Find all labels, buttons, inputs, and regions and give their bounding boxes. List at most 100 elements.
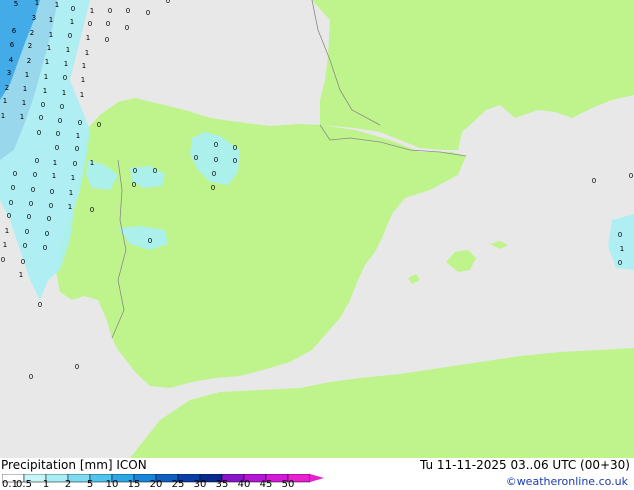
precip-value-label: 1 [44, 73, 48, 81]
precip-value-label: 1 [90, 159, 94, 167]
precip-value-label: 1 [64, 60, 68, 68]
credit-link[interactable]: ©weatheronline.co.uk [506, 475, 628, 488]
precip-value-label: 0 [211, 184, 215, 192]
precip-value-label: 0 [39, 114, 43, 122]
precip-value-label: 0 [33, 171, 37, 179]
precip-value-label: 1 [35, 0, 39, 7]
precip-value-label: 0 [88, 20, 92, 28]
precip-value-label: 4 [9, 56, 14, 64]
footer-bar: Precipitation [mm] ICON Tu 11-11-2025 03… [0, 458, 634, 490]
precip-value-label: 1 [45, 58, 49, 66]
precip-value-label: 1 [71, 174, 75, 182]
precip-value-label: 0 [618, 231, 622, 239]
precip-value-label: 2 [27, 57, 31, 65]
precip-value-label: 0 [21, 258, 25, 266]
precip-value-label: 1 [47, 44, 51, 52]
precip-value-label: 1 [49, 16, 53, 24]
precip-value-label: 1 [5, 227, 9, 235]
precip-value-label: 0 [41, 101, 45, 109]
precip-value-label: 0 [125, 24, 129, 32]
precip-value-label: 3 [7, 69, 11, 77]
precip-value-label: 1 [70, 18, 74, 26]
precip-value-label: 1 [53, 159, 57, 167]
precip-value-label: 0 [13, 170, 17, 178]
precip-value-label: 5 [14, 0, 18, 8]
precip-value-label: 0 [108, 7, 112, 15]
precip-value-label: 1 [620, 245, 624, 253]
precip-value-label: 6 [10, 41, 15, 49]
precip-value-label: 0 [9, 199, 13, 207]
precip-value-label: 1 [43, 87, 47, 95]
map-title: Precipitation [mm] ICON [1, 458, 147, 472]
precip-value-label: 0 [214, 156, 218, 164]
precip-value-label: 0 [55, 144, 59, 152]
precip-value-label: 0 [49, 202, 53, 210]
precip-value-label: 1 [1, 112, 5, 120]
precip-value-label: 0 [71, 5, 75, 13]
valid-time: Tu 11-11-2025 03..06 UTC (00+30) [419, 458, 630, 472]
precip-value-label: 0 [63, 74, 67, 82]
precip-value-label: 0 [75, 363, 79, 371]
precip-value-label: 0 [23, 242, 27, 250]
precip-value-label: 0 [153, 167, 157, 175]
precip-value-label: 1 [81, 76, 85, 84]
scale-tick-label: 45 [259, 479, 273, 490]
precip-value-label: 0 [11, 184, 15, 192]
precip-value-label: 0 [629, 172, 633, 180]
precip-value-label: 0 [47, 215, 51, 223]
precip-value-label: 1 [80, 91, 84, 99]
precip-value-label: 0 [97, 121, 101, 129]
precip-value-label: 0 [50, 188, 54, 196]
precip-value-label: 0 [106, 20, 110, 28]
precip-value-label: 0 [7, 212, 11, 220]
precip-value-label: 1 [66, 46, 70, 54]
precip-value-label: 1 [55, 1, 59, 9]
scale-tick-label: 2 [64, 479, 72, 490]
scale-tick-label: 25 [171, 479, 185, 490]
precip-value-label: 0 [35, 157, 39, 165]
precip-value-label: 0 [166, 0, 170, 5]
scale-tick-label: 20 [149, 479, 163, 490]
precip-value-label: 1 [68, 203, 72, 211]
precip-value-label: 1 [25, 71, 29, 79]
precip-value-label: 0 [29, 373, 33, 381]
precip-value-label: 0 [148, 237, 152, 245]
precip-value-label: 3 [32, 14, 36, 22]
precip-value-label: 0 [78, 119, 82, 127]
precip-value-label: 0 [45, 230, 49, 238]
precip-value-label: 2 [30, 29, 34, 37]
precip-value-label: 0 [214, 141, 218, 149]
precip-value-label: 2 [5, 84, 9, 92]
precip-value-label: 0 [90, 206, 94, 214]
precip-value-label: 0 [126, 7, 130, 15]
precip-value-label: 1 [52, 172, 56, 180]
precip-value-label: 1 [86, 34, 90, 42]
precip-value-label: 1 [23, 85, 27, 93]
precip-value-label: 0 [194, 154, 198, 162]
precip-value-label: 1 [76, 132, 80, 140]
precip-value-label: 0 [25, 228, 29, 236]
precip-value-label: 2 [28, 42, 32, 50]
precip-value-label: 0 [105, 36, 109, 44]
precip-value-label: 0 [592, 177, 596, 185]
precip-value-label: 1 [49, 31, 53, 39]
precip-value-label: 0 [56, 130, 60, 138]
scale-tick-label: 30 [193, 479, 207, 490]
scale-tick-label: 1 [42, 479, 50, 490]
precip-value-label: 0 [31, 186, 35, 194]
scale-tick-label: 40 [237, 479, 251, 490]
precip-value-label: 0 [73, 160, 77, 168]
precip-value-label: 6 [12, 27, 17, 35]
scale-tick-label: 5 [86, 479, 94, 490]
precip-value-label: 0 [75, 145, 79, 153]
precipitation-map: 0 1 0 0 001 153 1 1 0 0 06 2 1 0 1 06 2 1 1 14 2 1 1 13 1 1 0 12 1 1 1… [0, 0, 634, 458]
precip-value-label: 1 [3, 97, 7, 105]
precip-value-label: 0 [27, 213, 31, 221]
precip-value-label: 0 [68, 32, 72, 40]
precip-value-label: 1 [85, 49, 89, 57]
precip-value-label: 0 [233, 144, 237, 152]
precip-value-label: 0 [58, 117, 62, 125]
precip-value-label: 0 [1, 256, 5, 264]
precip-value-label: 0 [618, 259, 622, 267]
precip-value-label: 0 [38, 301, 42, 309]
